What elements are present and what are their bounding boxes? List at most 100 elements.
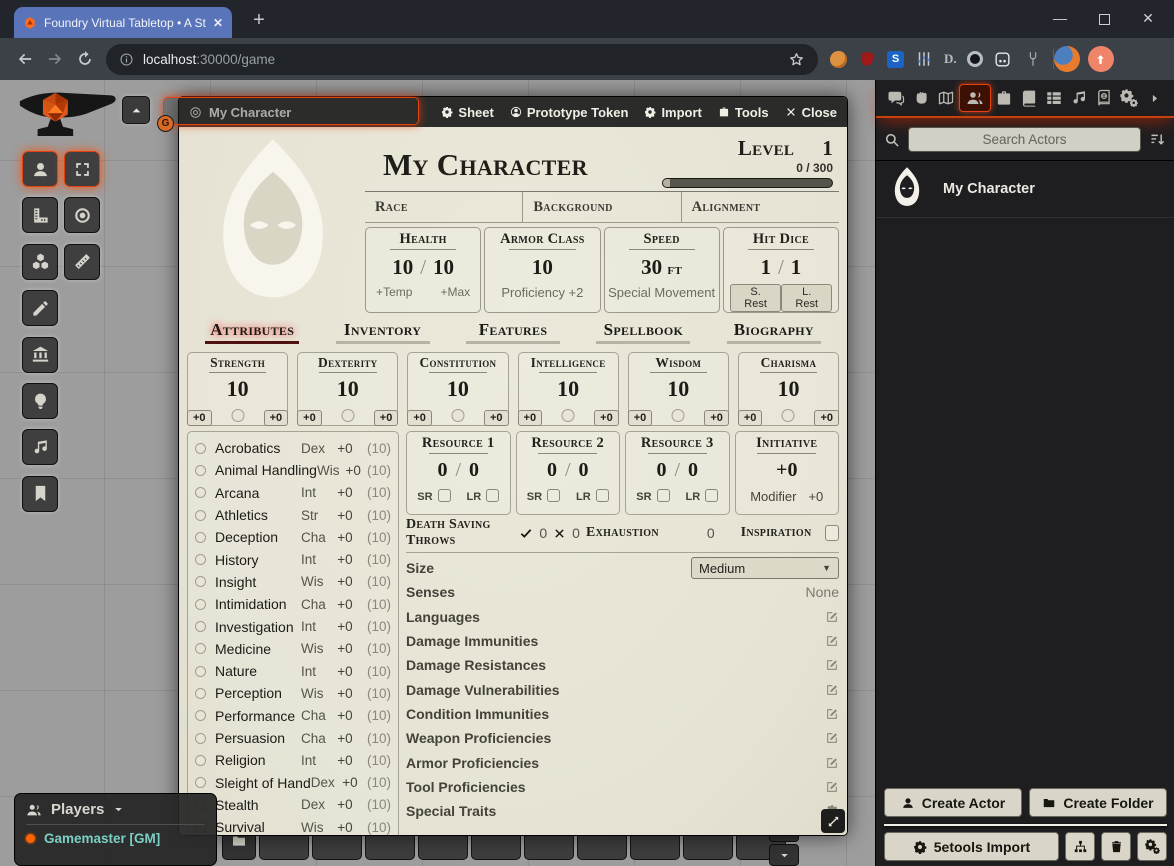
sidebar-tab-tables[interactable]	[1042, 84, 1066, 112]
skill-row[interactable]: PerceptionWis+0(10)	[195, 682, 391, 704]
address-bar[interactable]: localhost:30000/game	[106, 44, 818, 75]
back-button[interactable]	[10, 50, 40, 68]
measure-controls-button[interactable]	[22, 197, 58, 233]
edit-icon[interactable]	[825, 634, 839, 648]
skill-prof-radio[interactable]	[195, 710, 206, 721]
d-extension-icon[interactable]: D.	[944, 51, 957, 67]
ublock-extension-icon[interactable]	[857, 49, 877, 69]
ability-value[interactable]: 10	[629, 378, 728, 400]
tab-inventory[interactable]: Inventory	[317, 320, 447, 344]
search-input[interactable]: Search Actors	[908, 127, 1141, 152]
site-info-icon[interactable]	[119, 52, 134, 67]
skill-row[interactable]: Sleight of HandDex+0(10)	[195, 771, 391, 793]
token-controls-button[interactable]	[22, 151, 58, 187]
sidebar-tab-settings[interactable]	[1117, 84, 1141, 112]
save-mod[interactable]: +0	[187, 410, 212, 426]
skill-prof-radio[interactable]	[195, 465, 206, 476]
temp-hp-field[interactable]: +Temp	[376, 285, 412, 299]
ability-value[interactable]: 10	[739, 378, 838, 400]
skill-row[interactable]: SurvivalWis+0(10)	[195, 816, 391, 835]
save-mod[interactable]: +0	[407, 410, 432, 426]
new-tab-button[interactable]: +	[246, 8, 272, 34]
hotbar-page-down-button[interactable]	[769, 844, 799, 866]
forward-button[interactable]	[40, 50, 70, 68]
check-mod[interactable]: +0	[374, 410, 399, 426]
save-mod[interactable]: +0	[738, 410, 763, 426]
scene-nav-item[interactable]: G	[163, 97, 419, 125]
close-button[interactable]: Close	[785, 105, 837, 120]
size-select[interactable]: Medium▼	[691, 557, 839, 579]
skill-prof-radio[interactable]	[195, 777, 206, 788]
check-mod[interactable]: +0	[484, 410, 509, 426]
skill-prof-radio[interactable]	[195, 510, 206, 521]
skill-prof-radio[interactable]	[195, 443, 206, 454]
actor-list-item[interactable]: My Character	[876, 160, 1174, 218]
speed-value[interactable]: 30 ft	[605, 255, 719, 280]
skill-prof-radio[interactable]	[195, 733, 206, 744]
delete-button[interactable]	[1101, 832, 1131, 861]
note-controls-button[interactable]	[22, 476, 58, 512]
skill-row[interactable]: HistoryInt+0(10)	[195, 548, 391, 570]
cookie-extension-icon[interactable]	[830, 51, 847, 68]
lr-checkbox[interactable]	[486, 489, 499, 502]
proficiency-radio[interactable]	[231, 409, 244, 422]
skill-row[interactable]: StealthDex+0(10)	[195, 794, 391, 816]
field-race[interactable]: Race	[365, 192, 522, 222]
sheet-button[interactable]: Sheet	[441, 105, 493, 120]
hit-dice-value[interactable]: 1/1	[724, 255, 838, 280]
edit-icon[interactable]	[825, 756, 839, 770]
sidebar-tab-scenes[interactable]	[934, 84, 958, 112]
check-mod[interactable]: +0	[704, 410, 729, 426]
inspiration-checkbox[interactable]	[825, 525, 839, 541]
death-failure-icon[interactable]	[553, 527, 566, 540]
tab-close-icon[interactable]: ✕	[213, 16, 223, 30]
ability-value[interactable]: 10	[298, 378, 397, 400]
initiative-value[interactable]: +0	[736, 459, 839, 482]
skill-prof-radio[interactable]	[195, 643, 206, 654]
skill-row[interactable]: IntimidationCha+0(10)	[195, 593, 391, 615]
skill-row[interactable]: DeceptionCha+0(10)	[195, 526, 391, 548]
browser-tab[interactable]: Foundry Virtual Tabletop • A Stan ✕	[14, 7, 232, 38]
5etools-import-button[interactable]: 5etools Import	[884, 832, 1059, 861]
settings-button[interactable]	[1137, 832, 1167, 861]
edit-icon[interactable]	[825, 780, 839, 794]
character-portrait[interactable]	[187, 131, 359, 309]
lens-extension-icon[interactable]	[967, 51, 983, 67]
sidebar-tab-chat[interactable]	[884, 84, 908, 112]
lr-checkbox[interactable]	[596, 489, 609, 502]
skill-row[interactable]: AthleticsStr+0(10)	[195, 504, 391, 526]
field-alignment[interactable]: Alignment	[681, 192, 839, 222]
sr-checkbox[interactable]	[438, 489, 451, 502]
scene-nav-collapse-button[interactable]	[122, 96, 150, 124]
skill-prof-radio[interactable]	[195, 554, 206, 565]
player-gamemaster[interactable]: Gamemaster [GM]	[26, 831, 205, 846]
create-actor-button[interactable]: Create Actor	[884, 788, 1022, 817]
sliders-extension-icon[interactable]	[914, 49, 934, 69]
save-mod[interactable]: +0	[628, 410, 653, 426]
save-mod[interactable]: +0	[297, 410, 322, 426]
sr-checkbox[interactable]	[547, 489, 560, 502]
ability-value[interactable]: 10	[408, 378, 507, 400]
death-success-icon[interactable]	[519, 526, 533, 540]
players-header[interactable]: Players	[26, 801, 205, 818]
skill-row[interactable]: ReligionInt+0(10)	[195, 749, 391, 771]
skill-prof-radio[interactable]	[195, 599, 206, 610]
skill-prof-radio[interactable]	[195, 532, 206, 543]
select-tool-button[interactable]	[64, 151, 100, 187]
tools-button[interactable]: Tools	[718, 105, 769, 120]
tile-controls-button[interactable]	[22, 244, 58, 280]
lighting-controls-button[interactable]	[22, 383, 58, 419]
close-window-button[interactable]: ✕	[1126, 2, 1170, 34]
sr-checkbox[interactable]	[657, 489, 670, 502]
skill-prof-radio[interactable]	[195, 688, 206, 699]
skill-prof-radio[interactable]	[195, 487, 206, 498]
ability-value[interactable]: 10	[519, 378, 618, 400]
skill-prof-radio[interactable]	[195, 576, 206, 587]
target-tool-button[interactable]	[64, 197, 100, 233]
character-name[interactable]: My Character	[383, 149, 588, 180]
browser-profile-avatar[interactable]	[1054, 46, 1080, 72]
tab-features[interactable]: Features	[448, 320, 578, 344]
max-hp-field[interactable]: +Max	[440, 285, 470, 299]
reload-button[interactable]	[70, 50, 100, 68]
proficiency-radio[interactable]	[672, 409, 685, 422]
